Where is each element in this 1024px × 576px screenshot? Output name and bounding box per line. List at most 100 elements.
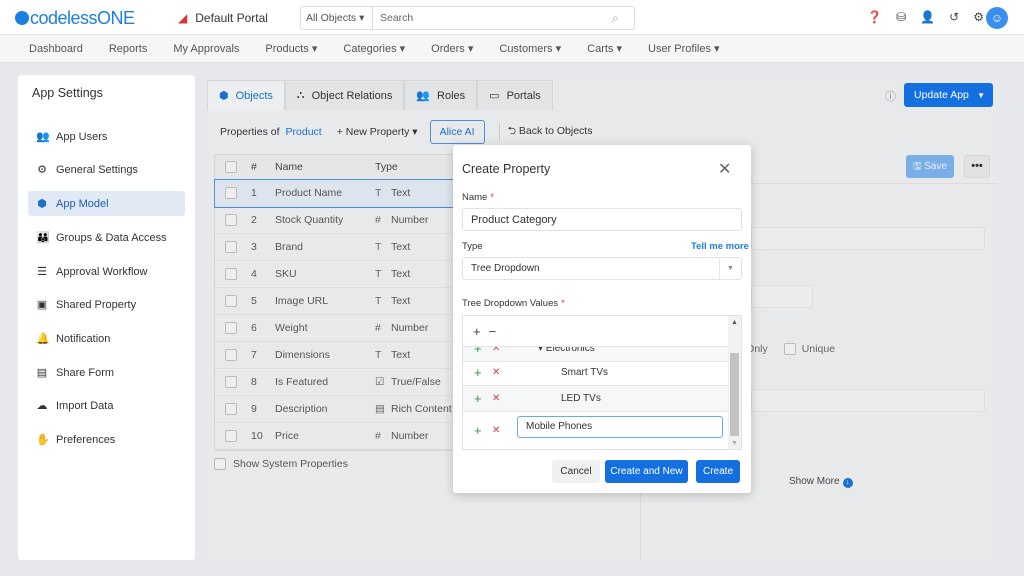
detail-field[interactable] [751,227,985,250]
delete-icon[interactable]: ✕ [492,367,508,378]
database-icon[interactable]: ⛁ [896,10,906,24]
users-icon: 👥 [416,90,431,102]
type-icon: # [375,322,381,334]
search-scope-select[interactable]: All Objects ▾ [301,7,373,29]
cancel-button[interactable]: Cancel [552,460,600,483]
nav-dashboard[interactable]: Dashboard [29,43,83,55]
show-system-checkbox[interactable] [214,458,226,470]
update-app-dropdown-icon[interactable]: ▼ [977,91,985,100]
show-more-link[interactable]: Show More ↓ [789,476,853,488]
gear-icon: ⚙ [37,164,47,176]
type-icon: T [375,349,382,361]
row-checkbox[interactable] [225,295,237,307]
nav-orders[interactable]: Orders ▾ [431,42,473,55]
new-property-button[interactable]: + New Property ▾ [337,126,418,138]
tree-scrollbar[interactable]: ▲ ▼ [728,316,741,449]
type-icon: T [375,241,382,253]
detail-field[interactable] [751,285,813,308]
show-system-properties[interactable]: Show System Properties [214,458,348,470]
search-icon[interactable]: ⌕ [612,11,634,26]
nav-reports[interactable]: Reports [109,43,148,55]
name-label: Name * [462,192,495,203]
row-checkbox[interactable] [225,349,237,361]
sidebar-item-app-model[interactable]: ⬢ App Model [28,191,185,216]
add-child-icon[interactable]: + [474,365,492,380]
add-child-icon[interactable]: + [474,423,492,438]
alice-ai-button[interactable]: Alice AI [429,120,485,144]
table-row[interactable]: 6 Weight # Number [215,315,463,342]
save-button[interactable]: 🖫 Save [906,155,954,178]
close-icon[interactable]: ✕ [718,159,731,179]
table-row[interactable]: 8 Is Featured ☑ True/False [215,369,463,396]
portal-icon: ◢ [178,11,188,25]
tree-item-input[interactable]: Mobile Phones [517,416,723,438]
detail-field[interactable] [751,389,985,412]
sidebar-item-groups[interactable]: 👪 Groups & Data Access [28,225,185,250]
expand-all-icon[interactable]: + [473,324,481,339]
sidebar-item-approval-workflow[interactable]: ☰ Approval Workflow [28,259,185,284]
tab-roles[interactable]: 👥 Roles [404,80,478,110]
row-checkbox[interactable] [225,214,237,226]
type-label: Type [462,241,483,252]
delete-icon[interactable]: ✕ [492,393,508,404]
history-icon[interactable]: ↺ [949,10,959,24]
gear-icon[interactable]: ⚙ [973,10,984,24]
sidebar-item-general-settings[interactable]: ⚙ General Settings [28,157,185,182]
type-select[interactable]: Tree Dropdown ▼ [462,257,742,280]
info-icon[interactable]: ⓘ [885,88,896,104]
row-checkbox[interactable] [225,403,237,415]
help-icon[interactable]: ❓ [867,10,882,24]
table-row[interactable]: 5 Image URL T Text [215,288,463,315]
scroll-up-icon[interactable]: ▲ [731,319,738,326]
nav-carts[interactable]: Carts ▾ [587,42,622,55]
tab-object-relations[interactable]: ⛬ Object Relations [284,80,405,110]
back-to-objects-button[interactable]: ⮌ Back to Objects [498,123,592,141]
user-avatar-icon[interactable]: ☺ [986,7,1008,29]
nav-my-approvals[interactable]: My Approvals [173,43,239,55]
nav-customers[interactable]: Customers ▾ [499,42,561,55]
table-row[interactable]: 1 Product Name T Text [214,179,464,208]
table-row[interactable]: 3 Brand T Text [215,234,463,261]
scroll-down-icon[interactable]: ▼ [731,440,738,447]
add-user-icon[interactable]: 👤 [920,10,935,24]
nav-categories[interactable]: Categories ▾ [343,42,405,55]
table-row[interactable]: 9 Description ▤ Rich Content [215,396,463,423]
table-row[interactable]: 10 Price # Number [215,423,463,450]
tree-item-editing: + ✕ Mobile Phones [463,413,729,447]
nav-products[interactable]: Products ▾ [265,42,317,55]
table-row[interactable]: 7 Dimensions T Text [215,342,463,369]
tell-me-more-link[interactable]: Tell me more [691,241,749,252]
tab-objects[interactable]: ⬢ Objects [207,80,285,110]
nav-user-profiles[interactable]: User Profiles ▾ [648,42,720,55]
row-checkbox[interactable] [225,322,237,334]
row-checkbox[interactable] [225,430,237,442]
sidebar-item-preferences[interactable]: ✋ Preferences [28,427,185,452]
object-name-link[interactable]: Product [286,126,322,138]
unique-checkbox[interactable] [783,343,796,355]
name-input[interactable]: Product Category [462,208,742,231]
table-row[interactable]: 4 SKU T Text [215,261,463,288]
sidebar-item-notification[interactable]: 🔔 Notification [28,326,185,351]
row-checkbox[interactable] [225,376,237,388]
scrollbar-thumb[interactable] [730,353,739,436]
row-checkbox[interactable] [225,241,237,253]
sidebar-item-import-data[interactable]: ☁ Import Data [28,393,185,418]
logo[interactable]: codelessONE [15,8,135,29]
select-all-checkbox[interactable] [225,161,237,173]
search-input[interactable]: Search [373,12,612,24]
tab-portals[interactable]: ▭ Portals [477,80,553,110]
collapse-all-icon[interactable]: − [489,324,497,339]
add-child-icon[interactable]: + [474,391,492,406]
sidebar-item-share-form[interactable]: ▤ Share Form [28,360,185,385]
portal-selector[interactable]: ◢ Default Portal [178,11,268,25]
update-app-button[interactable]: Update App ▼ [904,83,993,107]
delete-icon[interactable]: ✕ [492,425,508,436]
row-checkbox[interactable] [225,268,237,280]
create-button[interactable]: Create [696,460,740,483]
sidebar-item-app-users[interactable]: 👥 App Users [28,124,185,149]
table-row[interactable]: 2 Stock Quantity # Number [215,207,463,234]
more-options-button[interactable]: ••• [964,155,990,178]
create-and-new-button[interactable]: Create and New [605,460,688,483]
sidebar-item-shared-property[interactable]: ▣ Shared Property [28,292,185,317]
row-checkbox[interactable] [225,187,237,199]
